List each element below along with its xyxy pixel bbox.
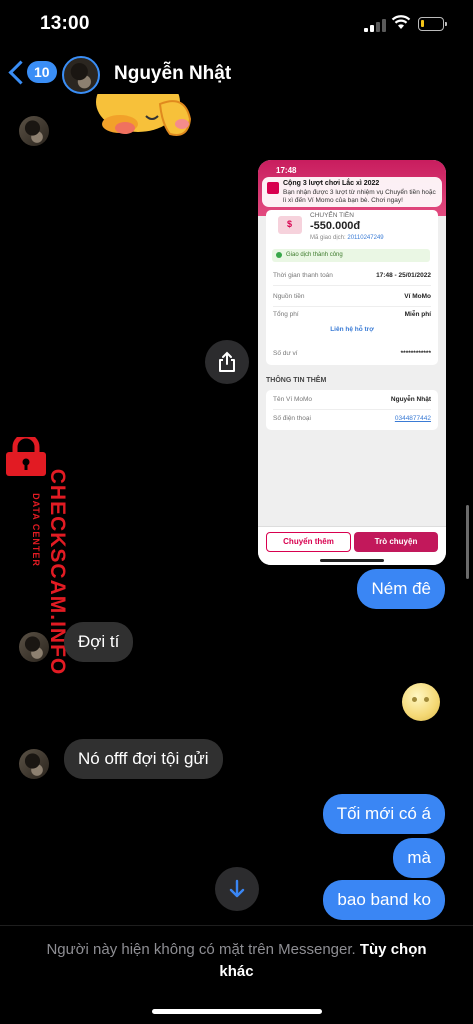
sticker-image[interactable] bbox=[90, 94, 200, 146]
tx-status: Giao dịch thành công bbox=[272, 249, 430, 262]
status-time: 13:00 bbox=[40, 13, 90, 34]
balance-panel: Số dư ví ************ bbox=[266, 344, 438, 364]
shot-more-button: Chuyển thêm bbox=[266, 532, 351, 552]
tx-row: Tổng phí Miễn phí bbox=[273, 311, 431, 318]
wifi-icon bbox=[391, 15, 411, 29]
sender-avatar[interactable] bbox=[19, 116, 49, 146]
battery-icon bbox=[418, 17, 447, 31]
contact-avatar[interactable] bbox=[62, 56, 100, 94]
home-indicator[interactable] bbox=[152, 1009, 322, 1014]
scroll-down-button[interactable] bbox=[215, 867, 259, 911]
sender-avatar[interactable] bbox=[19, 632, 49, 662]
shot-notification: Cộng 3 lượt chơi Lắc xì 2022 Bạn nhận đư… bbox=[262, 177, 442, 207]
share-icon bbox=[219, 351, 235, 372]
back-button[interactable]: 10 bbox=[8, 59, 57, 85]
divider bbox=[0, 925, 473, 926]
message-in[interactable]: Nó offf đợi tội gửi bbox=[64, 739, 223, 779]
support-link: Liên hệ hỗ trợ bbox=[330, 326, 374, 333]
message-out[interactable]: bao band ko bbox=[323, 880, 445, 920]
tx-row: Nguồn tiền Ví MoMo bbox=[273, 288, 431, 307]
unavailable-notice: Người này hiện không có mặt trên Messeng… bbox=[46, 941, 427, 980]
transaction-panel: CHUYỂN TIỀN -550.000đ Mã giao dịch: 2011… bbox=[266, 210, 438, 365]
shared-image[interactable]: 17:48 Cộng 3 lượt chơi Lắc xì 2022 Bạn n… bbox=[258, 160, 446, 565]
message-out[interactable]: Ném đê bbox=[357, 569, 445, 609]
transfer-icon bbox=[278, 216, 302, 234]
watermark-subtitle: DATA CENTER bbox=[31, 493, 41, 567]
scrollbar[interactable] bbox=[466, 505, 469, 579]
signal-icon bbox=[364, 18, 386, 32]
share-button[interactable] bbox=[205, 340, 249, 384]
message-out[interactable]: Tối mới có á bbox=[322, 794, 445, 834]
arrow-down-icon bbox=[229, 879, 245, 898]
momo-icon bbox=[267, 182, 279, 194]
tx-amount: -550.000đ bbox=[310, 220, 361, 232]
message-in[interactable]: Đợi tí bbox=[64, 622, 134, 662]
lock-icon bbox=[6, 437, 46, 476]
contact-name[interactable]: Nguyễn Nhật bbox=[114, 63, 231, 85]
shot-time: 17:48 bbox=[276, 166, 297, 175]
shot-chat-button: Trò chuyện bbox=[354, 532, 438, 552]
sender-avatar[interactable] bbox=[19, 749, 49, 779]
info-panel: Tên Ví MoMo Nguyễn Nhật Số điện thoại 0344… bbox=[266, 390, 438, 430]
tx-row: Thời gian thanh toán 17:48 - 25/01/2022 bbox=[273, 267, 431, 286]
moon-emoji[interactable] bbox=[402, 683, 440, 721]
message-out[interactable]: mà bbox=[393, 838, 445, 878]
info-title: THÔNG TIN THÊM bbox=[266, 377, 327, 384]
